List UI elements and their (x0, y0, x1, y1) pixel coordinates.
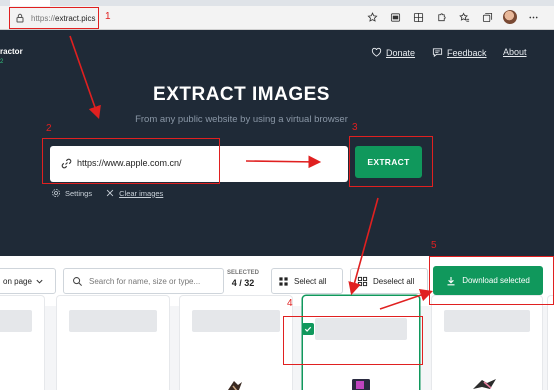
nav-about[interactable]: About (503, 47, 527, 57)
image-card[interactable] (180, 296, 292, 390)
annotation-box-url (9, 7, 99, 29)
settings-link[interactable]: Settings (51, 188, 92, 198)
search-icon (73, 276, 82, 286)
annotation-box-selected-card (283, 316, 423, 365)
avatar[interactable] (503, 10, 517, 24)
select-all-label: Select all (294, 276, 327, 286)
input-actions: Settings Clear images (51, 188, 163, 198)
close-icon (106, 189, 114, 197)
image-card[interactable] (548, 296, 554, 390)
selected-label: SELECTED (226, 270, 259, 276)
grid-select-icon (279, 276, 288, 286)
image-placeholder (192, 310, 280, 332)
page-select-value: on page (3, 276, 32, 286)
selected-counter: SELECTED 4 / 32 (225, 270, 261, 288)
image-thumbnail (352, 379, 370, 390)
annotation-number-2: 2 (46, 123, 52, 134)
annotation-number-5: 5 (431, 240, 437, 251)
image-card[interactable] (0, 296, 44, 390)
nav-donate-label: Donate (386, 47, 416, 58)
image-placeholder (444, 310, 530, 332)
chevron-down-icon (36, 279, 43, 284)
deselect-all-button[interactable]: Deselect all (350, 268, 428, 294)
collections-icon[interactable] (480, 10, 494, 24)
image-placeholder (0, 310, 32, 332)
favorites-icon[interactable] (457, 10, 471, 24)
nav-feedback[interactable]: Feedback (432, 47, 487, 58)
search-placeholder: Search for name, size or type... (89, 276, 201, 286)
extensions-icon[interactable] (434, 10, 448, 24)
settings-label: Settings (65, 188, 93, 198)
grid-icon[interactable] (411, 10, 425, 24)
grid-deselect-icon (357, 276, 368, 286)
menu-icon[interactable] (526, 10, 540, 24)
clear-images-link[interactable]: Clear images (105, 188, 163, 198)
gear-icon (52, 189, 60, 197)
annotation-number-3: 3 (352, 122, 358, 133)
heart-icon (371, 47, 382, 57)
page-title: EXTRACT IMAGES (153, 84, 330, 105)
brand-version: 2 (0, 59, 4, 65)
nav-about-label: About (503, 47, 527, 57)
image-card[interactable] (432, 296, 542, 390)
page-subtitle: From any public website by using a virtu… (135, 114, 348, 125)
image-placeholder (69, 310, 157, 332)
brand-logo[interactable]: ractor (0, 47, 23, 56)
deselect-all-label: Deselect all (373, 276, 415, 286)
image-search-input[interactable]: Search for name, size or type... (63, 268, 224, 294)
browser-toolbar (365, 10, 540, 24)
image-card[interactable] (57, 296, 169, 390)
reader-icon[interactable] (388, 10, 402, 24)
annotation-number-4: 4 (287, 298, 293, 309)
chat-icon (432, 48, 443, 58)
selected-count: 4 / 32 (231, 278, 255, 288)
nav-feedback-label: Feedback (447, 47, 487, 58)
select-all-button[interactable]: Select all (271, 268, 343, 294)
star-add-icon[interactable] (365, 10, 379, 24)
image-thumbnail (473, 379, 496, 389)
nav-donate[interactable]: Donate (371, 47, 415, 58)
annotation-box-download (429, 256, 554, 305)
page-select[interactable]: on page (0, 268, 56, 294)
annotation-box-extract (349, 136, 433, 187)
image-thumbnail (228, 381, 242, 390)
clear-images-label: Clear images (119, 188, 164, 198)
annotation-box-input (42, 138, 220, 184)
annotation-number-1: 1 (105, 11, 111, 22)
